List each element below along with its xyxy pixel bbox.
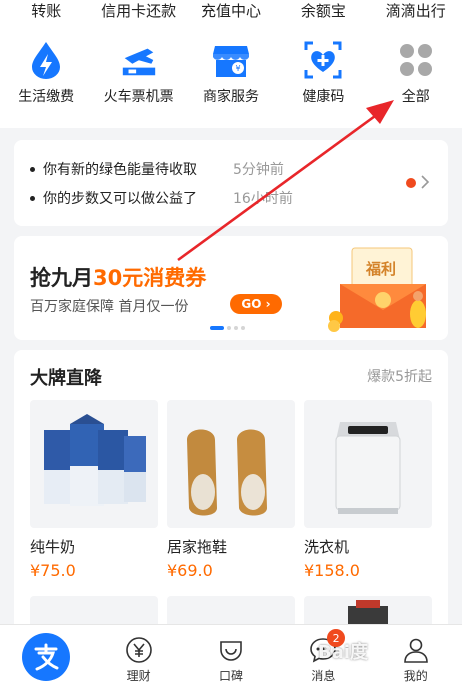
tab-wealth[interactable]: 理财: [92, 625, 184, 686]
services-row: 生活缴费 火车票机票 ¥ 商家服务 健康码 全部: [0, 40, 462, 110]
service-label: 健康码: [302, 89, 345, 105]
gift-label: 福利: [366, 260, 397, 278]
koubei-icon: [216, 635, 246, 665]
notice-time: 5分钟前: [233, 162, 284, 178]
notification-card[interactable]: 你有新的绿色能量待收取 5分钟前 你的步数又可以做公益了 16小时前: [14, 140, 448, 226]
promo-subtitle: 百万家庭保障 首月仅一份: [30, 299, 189, 315]
product-price: ¥75.0: [30, 561, 76, 580]
product-card[interactable]: 居家拖鞋 ¥69.0: [167, 400, 295, 580]
promo-title-highlight: 30元消费券: [93, 266, 207, 290]
chevron-right-icon[interactable]: [420, 174, 430, 190]
carousel-indicator: [210, 326, 245, 330]
store-icon: ¥: [211, 40, 251, 80]
service-merchant[interactable]: ¥ 商家服务: [185, 40, 277, 110]
brand-deals-card: 大牌直降 爆款5折起 纯牛奶 ¥75.0 居家拖鞋 ¥69.0 洗衣机 ¥158…: [14, 350, 448, 640]
person-icon: [401, 635, 431, 665]
service-all[interactable]: 全部: [370, 40, 462, 110]
yuan-coin-icon: [124, 635, 154, 665]
product-card[interactable]: 洗衣机 ¥158.0: [304, 400, 432, 580]
service-label: 全部: [401, 89, 430, 105]
quick-didi[interactable]: 滴滴出行: [370, 0, 462, 26]
product-name: 居家拖鞋: [167, 538, 228, 556]
product-image-slippers: [167, 400, 295, 528]
grid-all-icon: [396, 40, 436, 80]
tab-label: 消息: [311, 669, 336, 683]
bullet-dot: [30, 195, 35, 201]
carousel-dot-active: [210, 326, 224, 330]
carousel-dot: [227, 326, 231, 330]
promo-title-prefix: 抢九月: [30, 266, 93, 290]
quick-recharge-center[interactable]: 充值中心: [185, 0, 277, 26]
notice-text: 你有新的绿色能量待收取: [43, 162, 197, 178]
notice-item: 你有新的绿色能量待收取 5分钟前: [30, 158, 284, 180]
go-button[interactable]: GO ›: [230, 294, 282, 314]
quick-transfer[interactable]: 转账: [0, 0, 92, 26]
product-image-milk: [30, 400, 158, 528]
section-more-link[interactable]: 爆款5折起: [367, 366, 432, 386]
tab-label: 我的: [403, 669, 428, 683]
quick-yuebao[interactable]: 余额宝: [277, 0, 369, 26]
notice-item: 你的步数又可以做公益了 16小时前: [30, 187, 293, 209]
quick-credit-card-repay[interactable]: 信用卡还款: [92, 0, 184, 26]
product-image-washer: [304, 400, 432, 528]
service-train-flight[interactable]: 火车票机票: [92, 40, 184, 110]
bottom-tab-bar: 理财 口碑 2 消息 我的: [0, 624, 462, 686]
svg-text:¥: ¥: [235, 64, 240, 73]
promo-banner[interactable]: 抢九月30元消费券 百万家庭保障 首月仅一份 GO › 福利: [14, 236, 448, 340]
gift-envelope-illustration: 福利: [326, 244, 442, 336]
product-price: ¥69.0: [167, 561, 213, 580]
product-name: 洗衣机: [304, 538, 350, 556]
lightning-drop-icon: [26, 40, 66, 80]
section-title: 大牌直降: [30, 368, 102, 389]
tab-home[interactable]: [0, 625, 92, 686]
promo-title: 抢九月30元消费券: [30, 262, 206, 292]
carousel-dot: [234, 326, 238, 330]
service-label: 商家服务: [202, 89, 259, 105]
service-label: 火车票机票: [103, 89, 174, 105]
carousel-dot: [241, 326, 245, 330]
product-card[interactable]: 纯牛奶 ¥75.0: [30, 400, 158, 580]
product-price: ¥158.0: [304, 561, 360, 580]
unread-dot: [406, 178, 416, 188]
tab-label: 口碑: [218, 669, 243, 683]
quick-actions-row: 转账 信用卡还款 充值中心 余额宝 滴滴出行: [0, 0, 462, 26]
tab-me[interactable]: 我的: [370, 625, 462, 686]
notice-time: 16小时前: [233, 191, 293, 207]
product-name: 纯牛奶: [30, 538, 76, 556]
service-utilities[interactable]: 生活缴费: [0, 40, 92, 110]
tab-koubei[interactable]: 口碑: [185, 625, 277, 686]
tab-label: 理财: [126, 669, 151, 683]
alipay-home-icon: [22, 633, 71, 681]
bullet-dot: [30, 166, 35, 172]
health-code-icon: [303, 40, 343, 80]
train-ticket-icon: [119, 40, 159, 80]
service-label: 生活缴费: [18, 89, 75, 105]
service-health-code[interactable]: 健康码: [277, 40, 369, 110]
notice-text: 你的步数又可以做公益了: [43, 191, 197, 207]
watermark: Bai度: [318, 642, 369, 663]
